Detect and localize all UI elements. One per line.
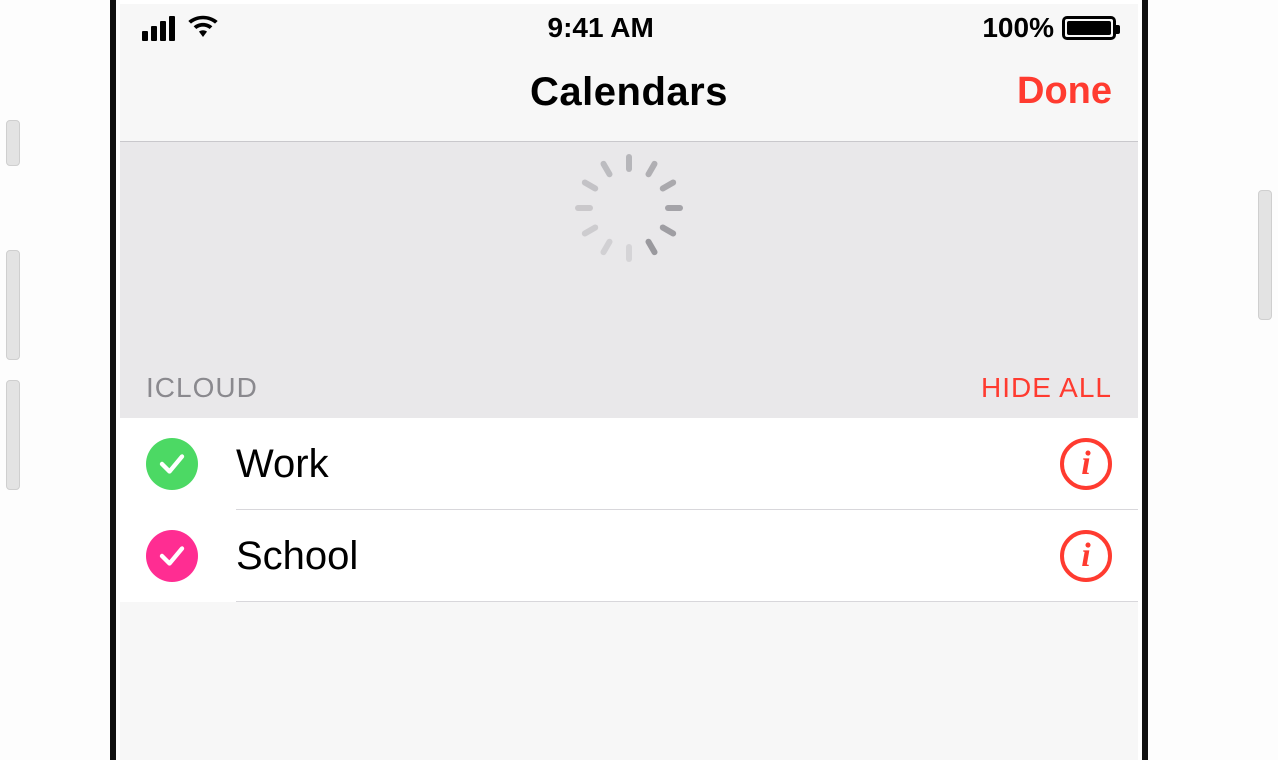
bezel-right <box>1148 0 1278 760</box>
hide-all-button[interactable]: HIDE ALL <box>981 372 1112 404</box>
device-outer: 9:41 AM 100% Calendars Done <box>0 0 1278 760</box>
row-separator <box>236 601 1138 602</box>
status-time: 9:41 AM <box>548 12 654 44</box>
nav-bar: Calendars Done <box>120 48 1138 142</box>
status-bar: 9:41 AM 100% <box>120 4 1138 48</box>
status-right: 100% <box>982 12 1116 44</box>
spinner-icon <box>595 197 663 265</box>
calendar-label: School <box>236 534 1060 579</box>
power-button <box>1258 190 1272 320</box>
info-icon: i <box>1081 445 1090 483</box>
calendar-label: Work <box>236 442 1060 487</box>
calendar-list: Work i School i <box>120 418 1138 602</box>
calendar-row-work[interactable]: Work i <box>120 418 1138 510</box>
info-button[interactable]: i <box>1060 438 1112 490</box>
wifi-icon <box>187 13 219 43</box>
checkmark-icon[interactable] <box>146 530 198 582</box>
battery-percent: 100% <box>982 12 1054 44</box>
cellular-signal-icon <box>142 16 175 41</box>
section-header: ICLOUD HIDE ALL <box>120 372 1138 418</box>
status-left <box>142 13 219 43</box>
info-button[interactable]: i <box>1060 530 1112 582</box>
checkmark-icon[interactable] <box>146 438 198 490</box>
battery-icon <box>1062 16 1116 40</box>
volume-up-button <box>6 250 20 360</box>
done-button[interactable]: Done <box>1017 70 1112 113</box>
screen: 9:41 AM 100% Calendars Done <box>120 4 1138 760</box>
calendar-row-school[interactable]: School i <box>120 510 1138 602</box>
device-frame: 9:41 AM 100% Calendars Done <box>110 0 1148 760</box>
info-icon: i <box>1081 537 1090 575</box>
bezel-left <box>0 0 110 760</box>
mute-switch <box>6 120 20 166</box>
volume-down-button <box>6 380 20 490</box>
page-title: Calendars <box>530 70 728 115</box>
section-label: ICLOUD <box>146 372 258 404</box>
